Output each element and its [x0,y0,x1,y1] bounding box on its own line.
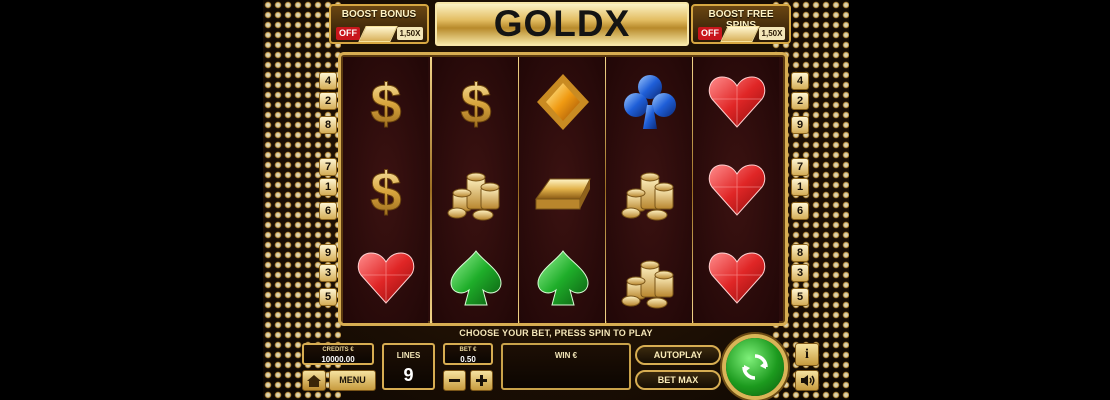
boost-bonus-gold-bar-icon [358,26,398,42]
autoplay-button[interactable]: AUTOPLAY [635,345,721,365]
svg-text:$: $ [370,72,401,135]
payline-marker-left[interactable]: 2 [319,92,337,110]
reel-5 [694,57,779,323]
menu-button[interactable]: MENU [329,370,376,391]
home-icon [307,375,321,387]
heart-symbol-icon [343,234,428,322]
dollar-symbol-icon: $ [343,146,428,234]
boost-bonus-toggle[interactable]: BOOST BONUS OFF 1,50X [329,4,429,44]
spade-symbol-icon [433,234,518,322]
payline-marker-right[interactable]: 3 [791,264,809,282]
coins-symbol-icon [433,146,518,234]
speaker-icon [801,375,815,386]
spin-arrows-icon [742,354,768,380]
boost-bonus-title: BOOST BONUS [341,9,417,20]
boost-free-spins-toggle[interactable]: BOOST FREE SPINS OFF 1,50X [691,4,791,44]
payline-marker-right[interactable]: 8 [791,244,809,262]
lines-label: LINES [396,351,421,360]
payline-marker-right[interactable]: 2 [791,92,809,110]
payline-marker-right[interactable]: 7 [791,158,809,176]
payline-marker-left[interactable]: 3 [319,264,337,282]
bet-max-button[interactable]: BET MAX [635,370,721,390]
lines-display: LINES 9 [382,343,435,390]
boost-bonus-multiplier: 1,50X [397,27,423,40]
bet-decrease-button[interactable] [443,370,466,391]
payline-marker-right[interactable]: 9 [791,116,809,134]
payline-marker-right[interactable]: 5 [791,288,809,306]
win-display: WIN € [501,343,631,390]
heart-symbol-icon [694,234,779,322]
heart-symbol-icon [694,58,779,146]
boost-free-spins-multiplier: 1,50X [759,27,785,40]
dollar-symbol-icon: $ [343,58,428,146]
win-label: WIN € [554,351,578,360]
bet-label: BET € [459,347,477,353]
spin-button[interactable] [726,338,784,396]
payline-marker-right[interactable]: 6 [791,202,809,220]
svg-text:$: $ [370,160,401,223]
payline-marker-left[interactable]: 7 [319,158,337,176]
bet-value: 0.50 [460,355,476,364]
payline-marker-left[interactable]: 4 [319,72,337,90]
reel-3 [520,57,605,323]
payline-marker-left[interactable]: 9 [319,244,337,262]
payline-marker-left[interactable]: 5 [319,288,337,306]
credits-display: CREDITS € 10000.00 [302,343,374,365]
coins-symbol-icon [607,234,692,322]
bet-display: BET € 0.50 [443,343,493,365]
credits-label: CREDITS € [322,347,354,353]
gold-bar-symbol-icon [520,146,605,234]
info-button[interactable]: i [795,343,819,366]
game-logo: GOLDX [435,2,689,46]
lines-value: 9 [403,365,414,385]
sound-button[interactable] [795,370,819,391]
diamond-symbol-icon [520,58,605,146]
bet-increase-button[interactable] [470,370,493,391]
coins-symbol-icon [607,146,692,234]
credits-value: 10000.00 [321,355,355,364]
minus-icon [449,379,460,382]
logo-text: GOLDX [493,3,631,44]
spade-symbol-icon [520,234,605,322]
payline-marker-right[interactable]: 4 [791,72,809,90]
boost-bonus-state: OFF [336,27,360,40]
home-button[interactable] [302,370,326,391]
payline-marker-left[interactable]: 8 [319,116,337,134]
heart-symbol-icon [694,146,779,234]
slot-game: BOOST BONUS OFF 1,50X GOLDX BOOST FREE S… [263,0,849,400]
boost-free-spins-state: OFF [698,27,722,40]
reel-separator [430,57,432,323]
boost-free-spins-gold-bar-icon [720,26,760,42]
payline-marker-left[interactable]: 1 [319,178,337,196]
payline-marker-right[interactable]: 1 [791,178,809,196]
reel-2: $ [433,57,518,323]
reel-4 [607,57,692,323]
instruction-text: CHOOSE YOUR BET, PRESS SPIN TO PLAY [459,328,653,338]
plus-icon [476,375,487,386]
reel-1: $ $ [343,57,428,323]
dollar-symbol-icon: $ [433,58,518,146]
payline-marker-left[interactable]: 6 [319,202,337,220]
svg-text:$: $ [460,72,491,135]
reels-frame: $ $ $ [338,52,788,326]
light-bulbs-left [263,0,341,400]
club-symbol-icon [607,58,692,146]
